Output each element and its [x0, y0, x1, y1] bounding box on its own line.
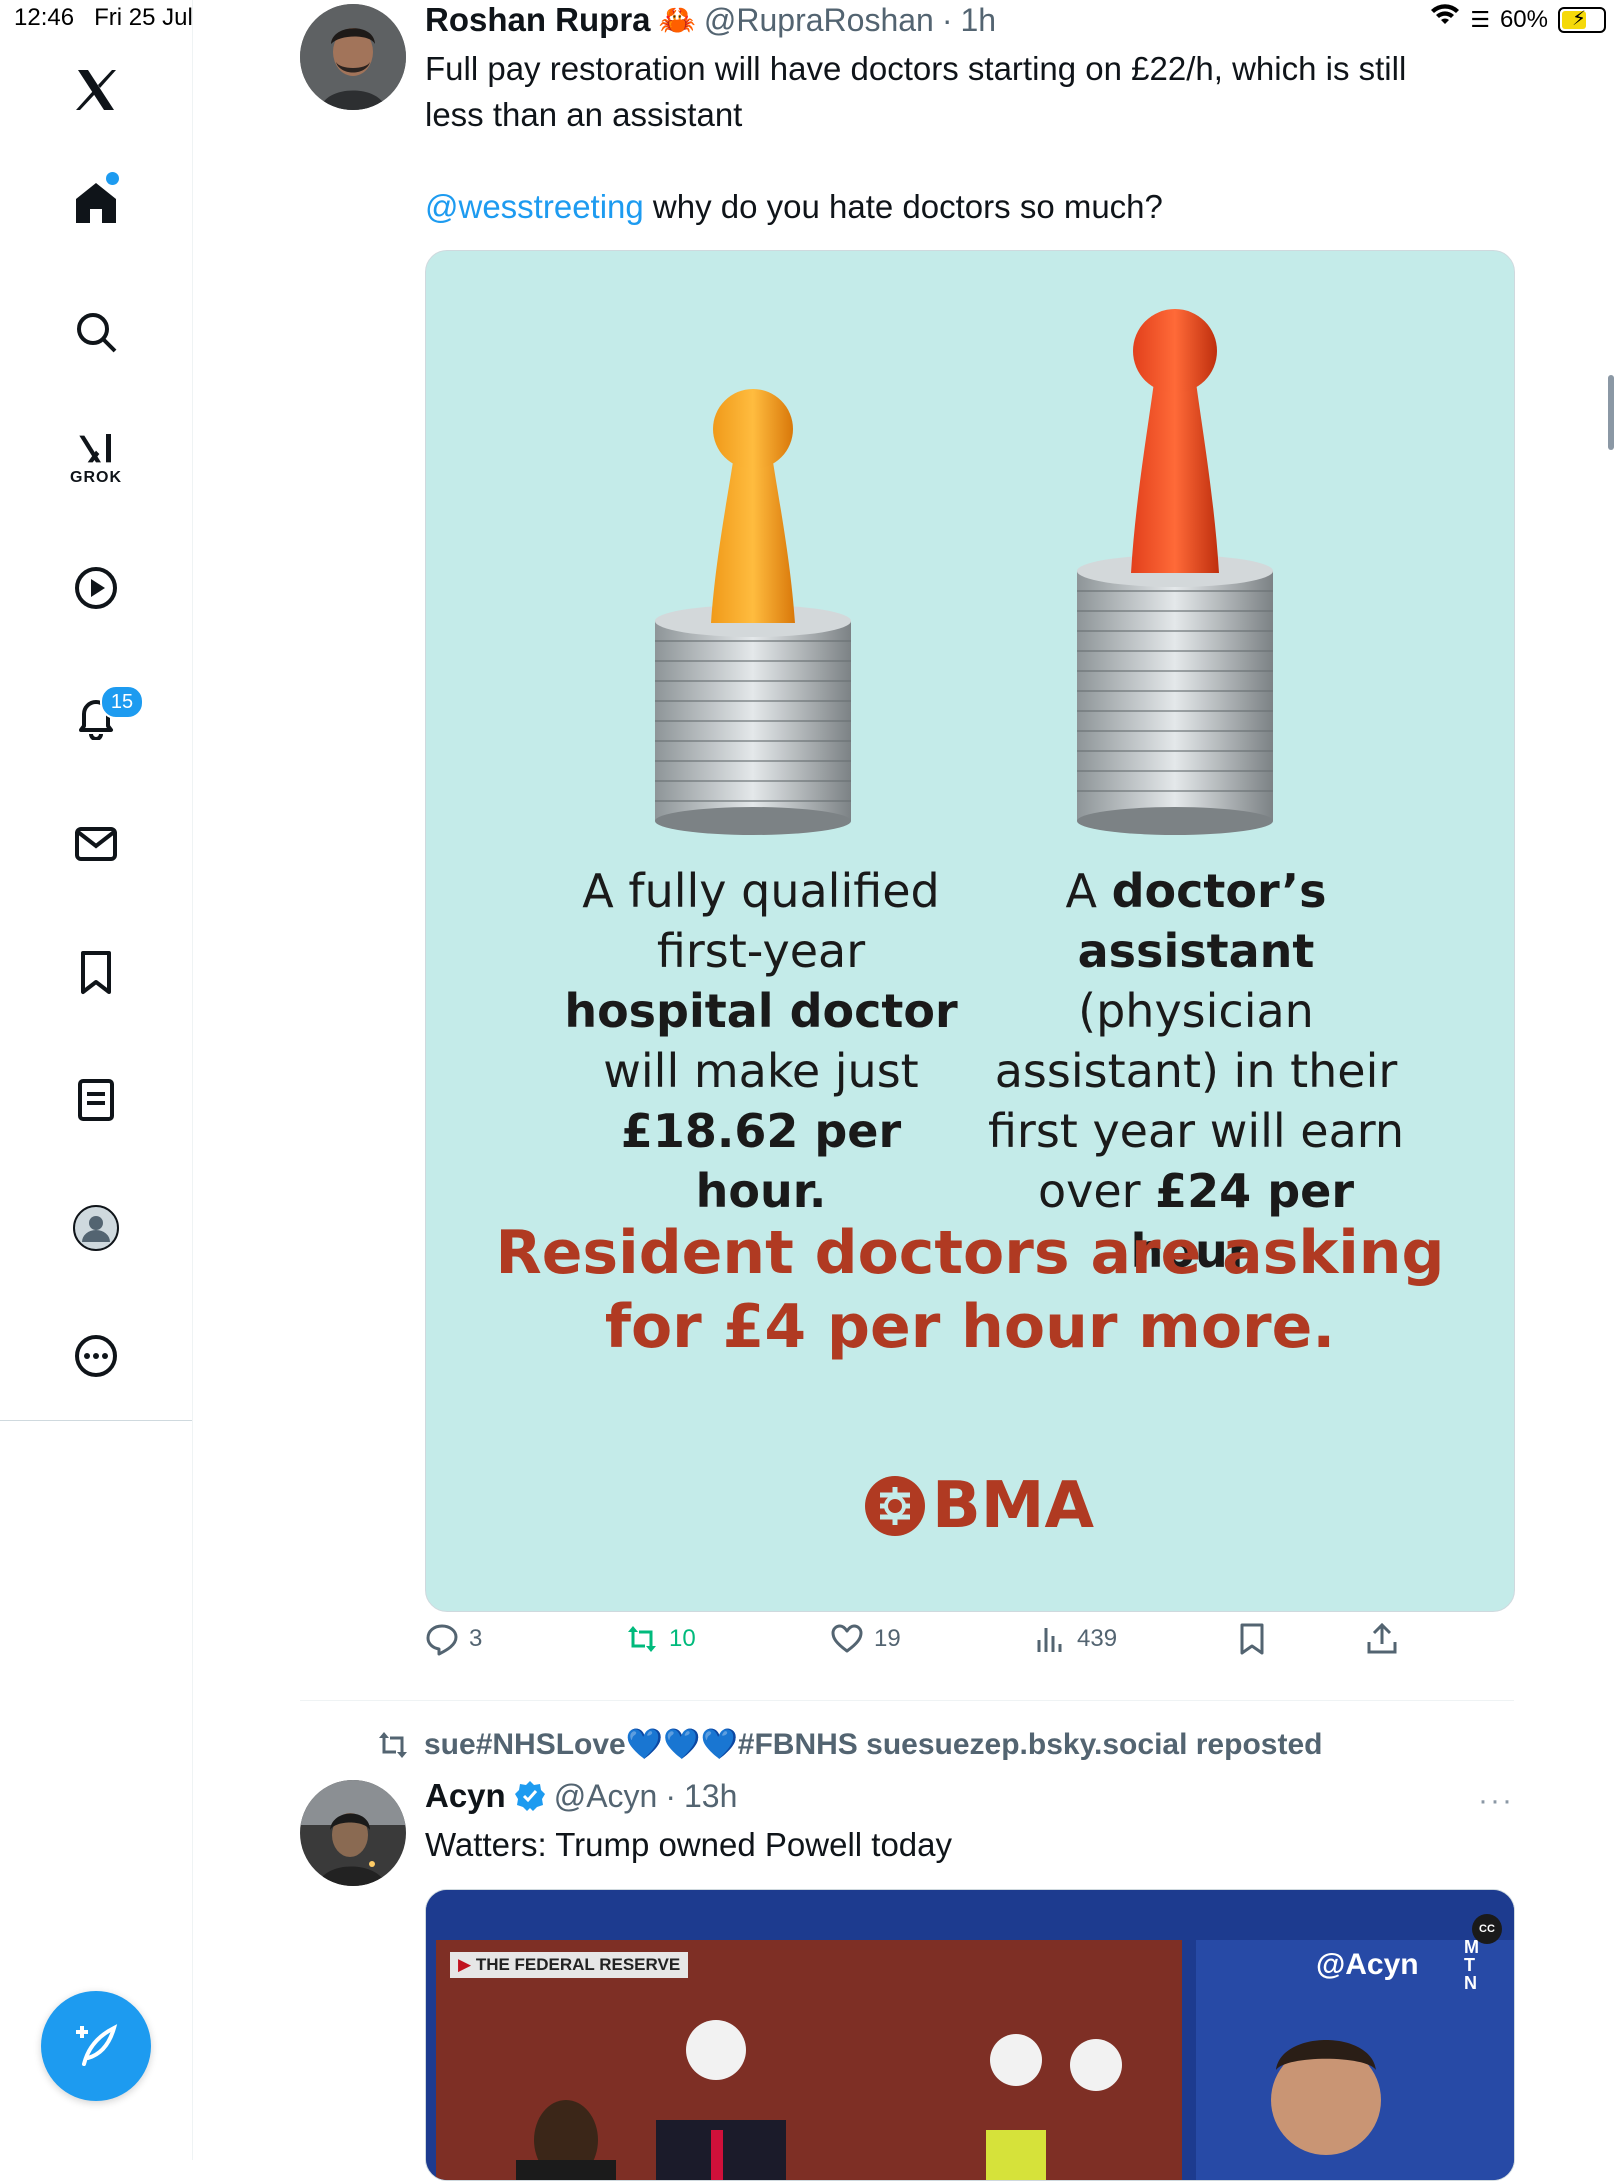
- crab-emoji: 🦀: [658, 3, 696, 37]
- repost-icon: [628, 1626, 656, 1652]
- right-line-5a: over: [1037, 1164, 1156, 1218]
- separator-dot: ·: [941, 1, 953, 38]
- tweet1-text: Full pay restoration will have doctors s…: [425, 46, 1525, 230]
- tweet-time[interactable]: 13h: [684, 1778, 737, 1815]
- verified-badge-icon: [514, 1781, 545, 1811]
- tweet1-header: Roshan Rupra 🦀 @RupraRoshan · 1h: [425, 0, 996, 40]
- left-line-1: A fully qualified: [582, 864, 940, 918]
- right-line-2b: (physician: [1078, 984, 1314, 1038]
- author-handle[interactable]: @RupraRoshan: [704, 2, 934, 39]
- more-options-icon[interactable]: ···: [1478, 1784, 1514, 1818]
- profile-icon[interactable]: [48, 1180, 144, 1276]
- left-column-text: A fully qualified first-year hospital do…: [561, 861, 961, 1221]
- bookmark-button[interactable]: [1235, 1622, 1269, 1656]
- video-icon[interactable]: [48, 540, 144, 636]
- repost-icon: [379, 1731, 407, 1758]
- tweet2-text: Watters: Trump owned Powell today: [425, 1826, 953, 1863]
- bma-logo-text: BMA: [932, 1469, 1094, 1543]
- headline-line-1: Resident doctors are asking: [495, 1218, 1445, 1288]
- mention-link[interactable]: @wesstreeting: [425, 188, 644, 225]
- avatar-roshan[interactable]: [300, 4, 406, 110]
- right-line-1a: A: [1065, 864, 1112, 918]
- battery-icon: ⚡: [1558, 6, 1606, 33]
- tweet1-actions: 3 10 19 439: [425, 1622, 1513, 1678]
- repost-count: 10: [669, 1625, 696, 1652]
- video-frame: [426, 1890, 1514, 2180]
- share-icon: [1367, 1622, 1397, 1654]
- repost-context[interactable]: sue#NHSLove💙💙💙#FBNHS suesuezep.bsky.soci…: [376, 1727, 1322, 1762]
- headline-line-2: for £4 per hour more.: [604, 1292, 1336, 1362]
- share-button[interactable]: [1365, 1622, 1399, 1656]
- right-line-3: assistant) in their: [994, 1044, 1398, 1098]
- grok-label: GROK: [70, 469, 122, 486]
- left-line-2: first-year: [656, 924, 866, 978]
- more-icon[interactable]: [48, 1308, 144, 1404]
- home-icon[interactable]: [48, 155, 144, 251]
- right-line-2a: assistant: [1077, 924, 1315, 978]
- tweet2-video[interactable]: ▶ THE FEDERAL RESERVE @Acyn MTN CC: [425, 1889, 1515, 2181]
- left-line-4: will make just: [603, 1044, 919, 1098]
- sidebar-divider: [0, 1420, 192, 1421]
- heart-icon: [831, 1624, 863, 1653]
- tweet1-media-image[interactable]: A fully qualified first-year hospital do…: [425, 250, 1515, 1612]
- right-line-1b: doctor’s: [1111, 864, 1327, 918]
- status-indicators: ☰ 60% ⚡: [1430, 4, 1606, 35]
- notifications-badge: 15: [100, 685, 144, 719]
- home-unread-dot: [106, 172, 119, 185]
- compose-button[interactable]: [41, 1991, 151, 2101]
- views-button[interactable]: 439: [1033, 1622, 1117, 1656]
- author-name[interactable]: Roshan Rupra: [425, 1, 651, 39]
- left-line-3: hospital doctor: [564, 984, 958, 1038]
- like-count: 19: [874, 1625, 901, 1652]
- lists-icon[interactable]: [48, 1052, 144, 1148]
- video-channel-logo: MTN: [1464, 1937, 1479, 1993]
- reply-button[interactable]: 3: [425, 1622, 482, 1656]
- captions-button[interactable]: CC: [1472, 1914, 1502, 1944]
- bookmarks-icon[interactable]: [48, 924, 144, 1020]
- left-line-5: £18.62 per hour.: [620, 1104, 902, 1218]
- bma-logo: BMA: [864, 1469, 1094, 1543]
- tweet-time[interactable]: 1h: [960, 2, 996, 39]
- repost-button[interactable]: 10: [625, 1622, 696, 1656]
- video-watermark: @Acyn: [1316, 1948, 1419, 1981]
- right-line-4: first year will earn: [987, 1104, 1405, 1158]
- headline-text: Resident doctors are asking for £4 per h…: [426, 1216, 1514, 1364]
- like-button[interactable]: 19: [830, 1622, 901, 1656]
- tweet1-text-line2: less than an assistant: [425, 96, 743, 133]
- repost-by-text: sue#NHSLove💙💙💙#FBNHS suesuezep.bsky.soci…: [424, 1728, 1323, 1761]
- tweet-divider: [300, 1700, 1514, 1701]
- avatar-acyn[interactable]: [300, 1780, 406, 1886]
- grok-icon[interactable]: GROK: [48, 410, 144, 506]
- x-logo-icon[interactable]: [48, 42, 144, 138]
- bookmark-icon: [1240, 1623, 1264, 1655]
- reply-count: 3: [469, 1625, 483, 1652]
- bma-emblem-icon: [865, 1476, 925, 1536]
- search-icon[interactable]: [48, 284, 144, 380]
- messages-icon[interactable]: [48, 796, 144, 892]
- pawns-coins-illustration: [655, 309, 1273, 835]
- views-count: 439: [1077, 1625, 1118, 1652]
- scrollbar[interactable]: [1608, 375, 1614, 450]
- tweet2-header: Acyn @Acyn · 13h: [425, 1776, 737, 1816]
- feather-plus-icon: [76, 2024, 118, 2066]
- video-lower-third: ▶ THE FEDERAL RESERVE: [450, 1952, 689, 1978]
- tweet1-text-line1: Full pay restoration will have doctors s…: [425, 50, 1407, 87]
- views-chart-icon: [1037, 1628, 1062, 1652]
- separator-dot: ·: [665, 1777, 676, 1814]
- author-handle[interactable]: @Acyn: [554, 1778, 658, 1815]
- wifi-icon: [1430, 4, 1460, 35]
- video-banner-text: THE FEDERAL RESERVE: [475, 1955, 681, 1974]
- author-name[interactable]: Acyn: [425, 1777, 506, 1815]
- reply-icon: [426, 1624, 458, 1656]
- tweet1-text-tail: why do you hate doctors so much?: [643, 188, 1163, 225]
- list-icon: ☰: [1470, 6, 1490, 32]
- battery-percent: 60%: [1499, 5, 1548, 33]
